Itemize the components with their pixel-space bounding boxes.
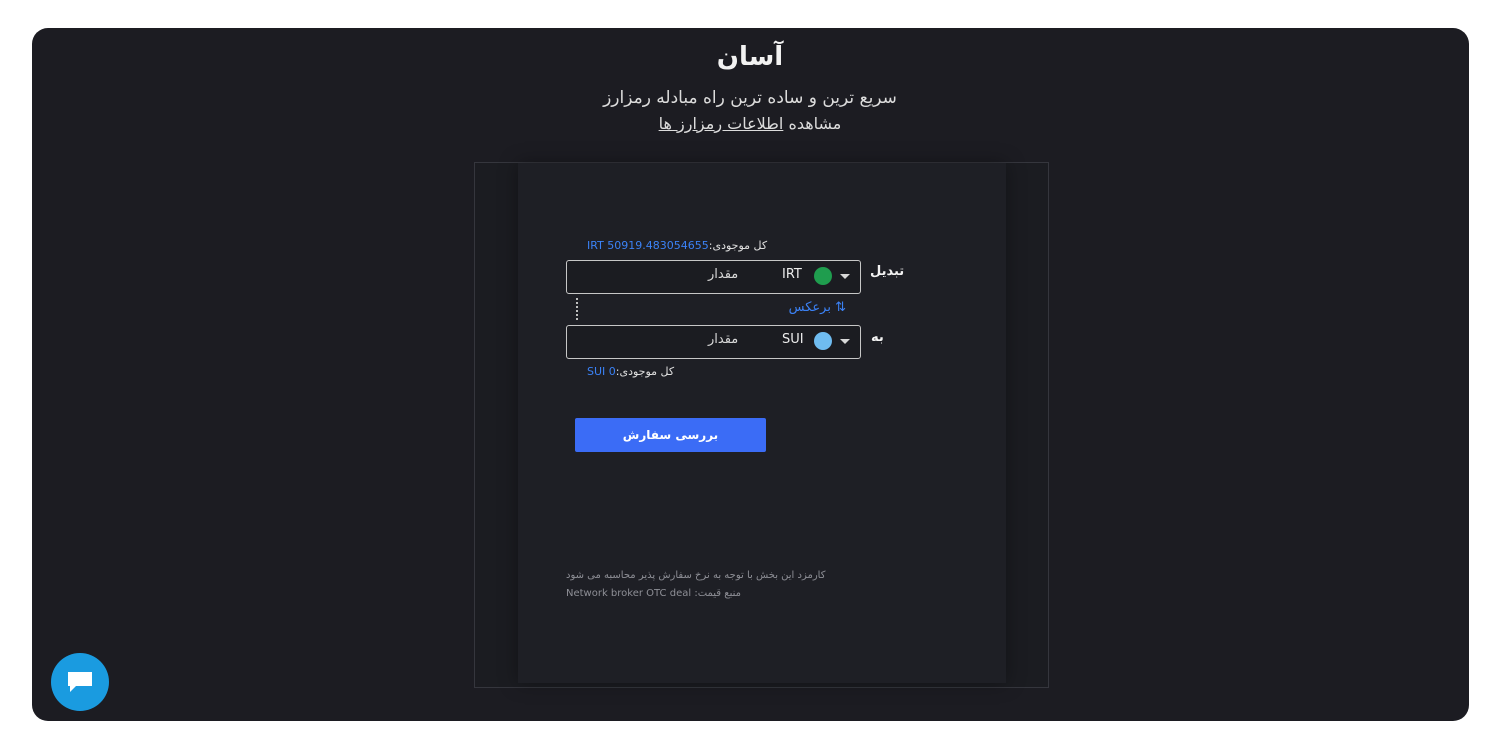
from-balance-value: IRT 50919.483054655 [587,239,709,252]
to-balance: کل موجودی:SUI 0 [587,365,674,378]
to-balance-value: SUI 0 [587,365,616,378]
from-balance: کل موجودی:IRT 50919.483054655 [587,239,767,252]
to-chevron-down-icon[interactable] [840,339,850,344]
to-coin-code: SUI [782,332,804,347]
swap-divider [576,298,578,320]
from-coin-code: IRT [782,267,802,282]
price-source-note: منبع قیمت: Network broker OTC deal [566,588,741,599]
page-title: آسان [716,42,784,72]
crypto-info-link[interactable]: اطلاعات رمزارز ها [659,114,784,133]
swap-arrows-icon: ⇅ [835,300,846,315]
chat-button[interactable] [51,653,109,711]
crypto-info-prefix: مشاهده [788,114,842,133]
to-balance-label: کل موجودی: [615,365,675,378]
to-amount-input[interactable]: مقدار [708,332,738,347]
swap-button[interactable]: ⇅ برعکس [760,300,846,315]
from-balance-label: کل موجودی: [708,239,768,252]
from-label: تبدیل [870,264,905,279]
from-amount-input[interactable]: مقدار [708,267,738,282]
sui-icon [814,332,832,350]
page-subtitle: سریع ترین و ساده ترین راه مبادله رمزارز [603,88,897,108]
crypto-info-row: مشاهده اطلاعات رمزارز ها [0,114,1500,133]
review-order-button[interactable]: بررسی سفارش [575,418,766,452]
toman-icon [814,267,832,285]
fee-note: کارمزد این بخش با توجه به نرخ سفارش پذیر… [566,570,826,581]
from-chevron-down-icon[interactable] [840,274,850,279]
chat-icon [68,672,92,692]
to-label: به [871,330,884,345]
swap-label: برعکس [788,300,831,315]
